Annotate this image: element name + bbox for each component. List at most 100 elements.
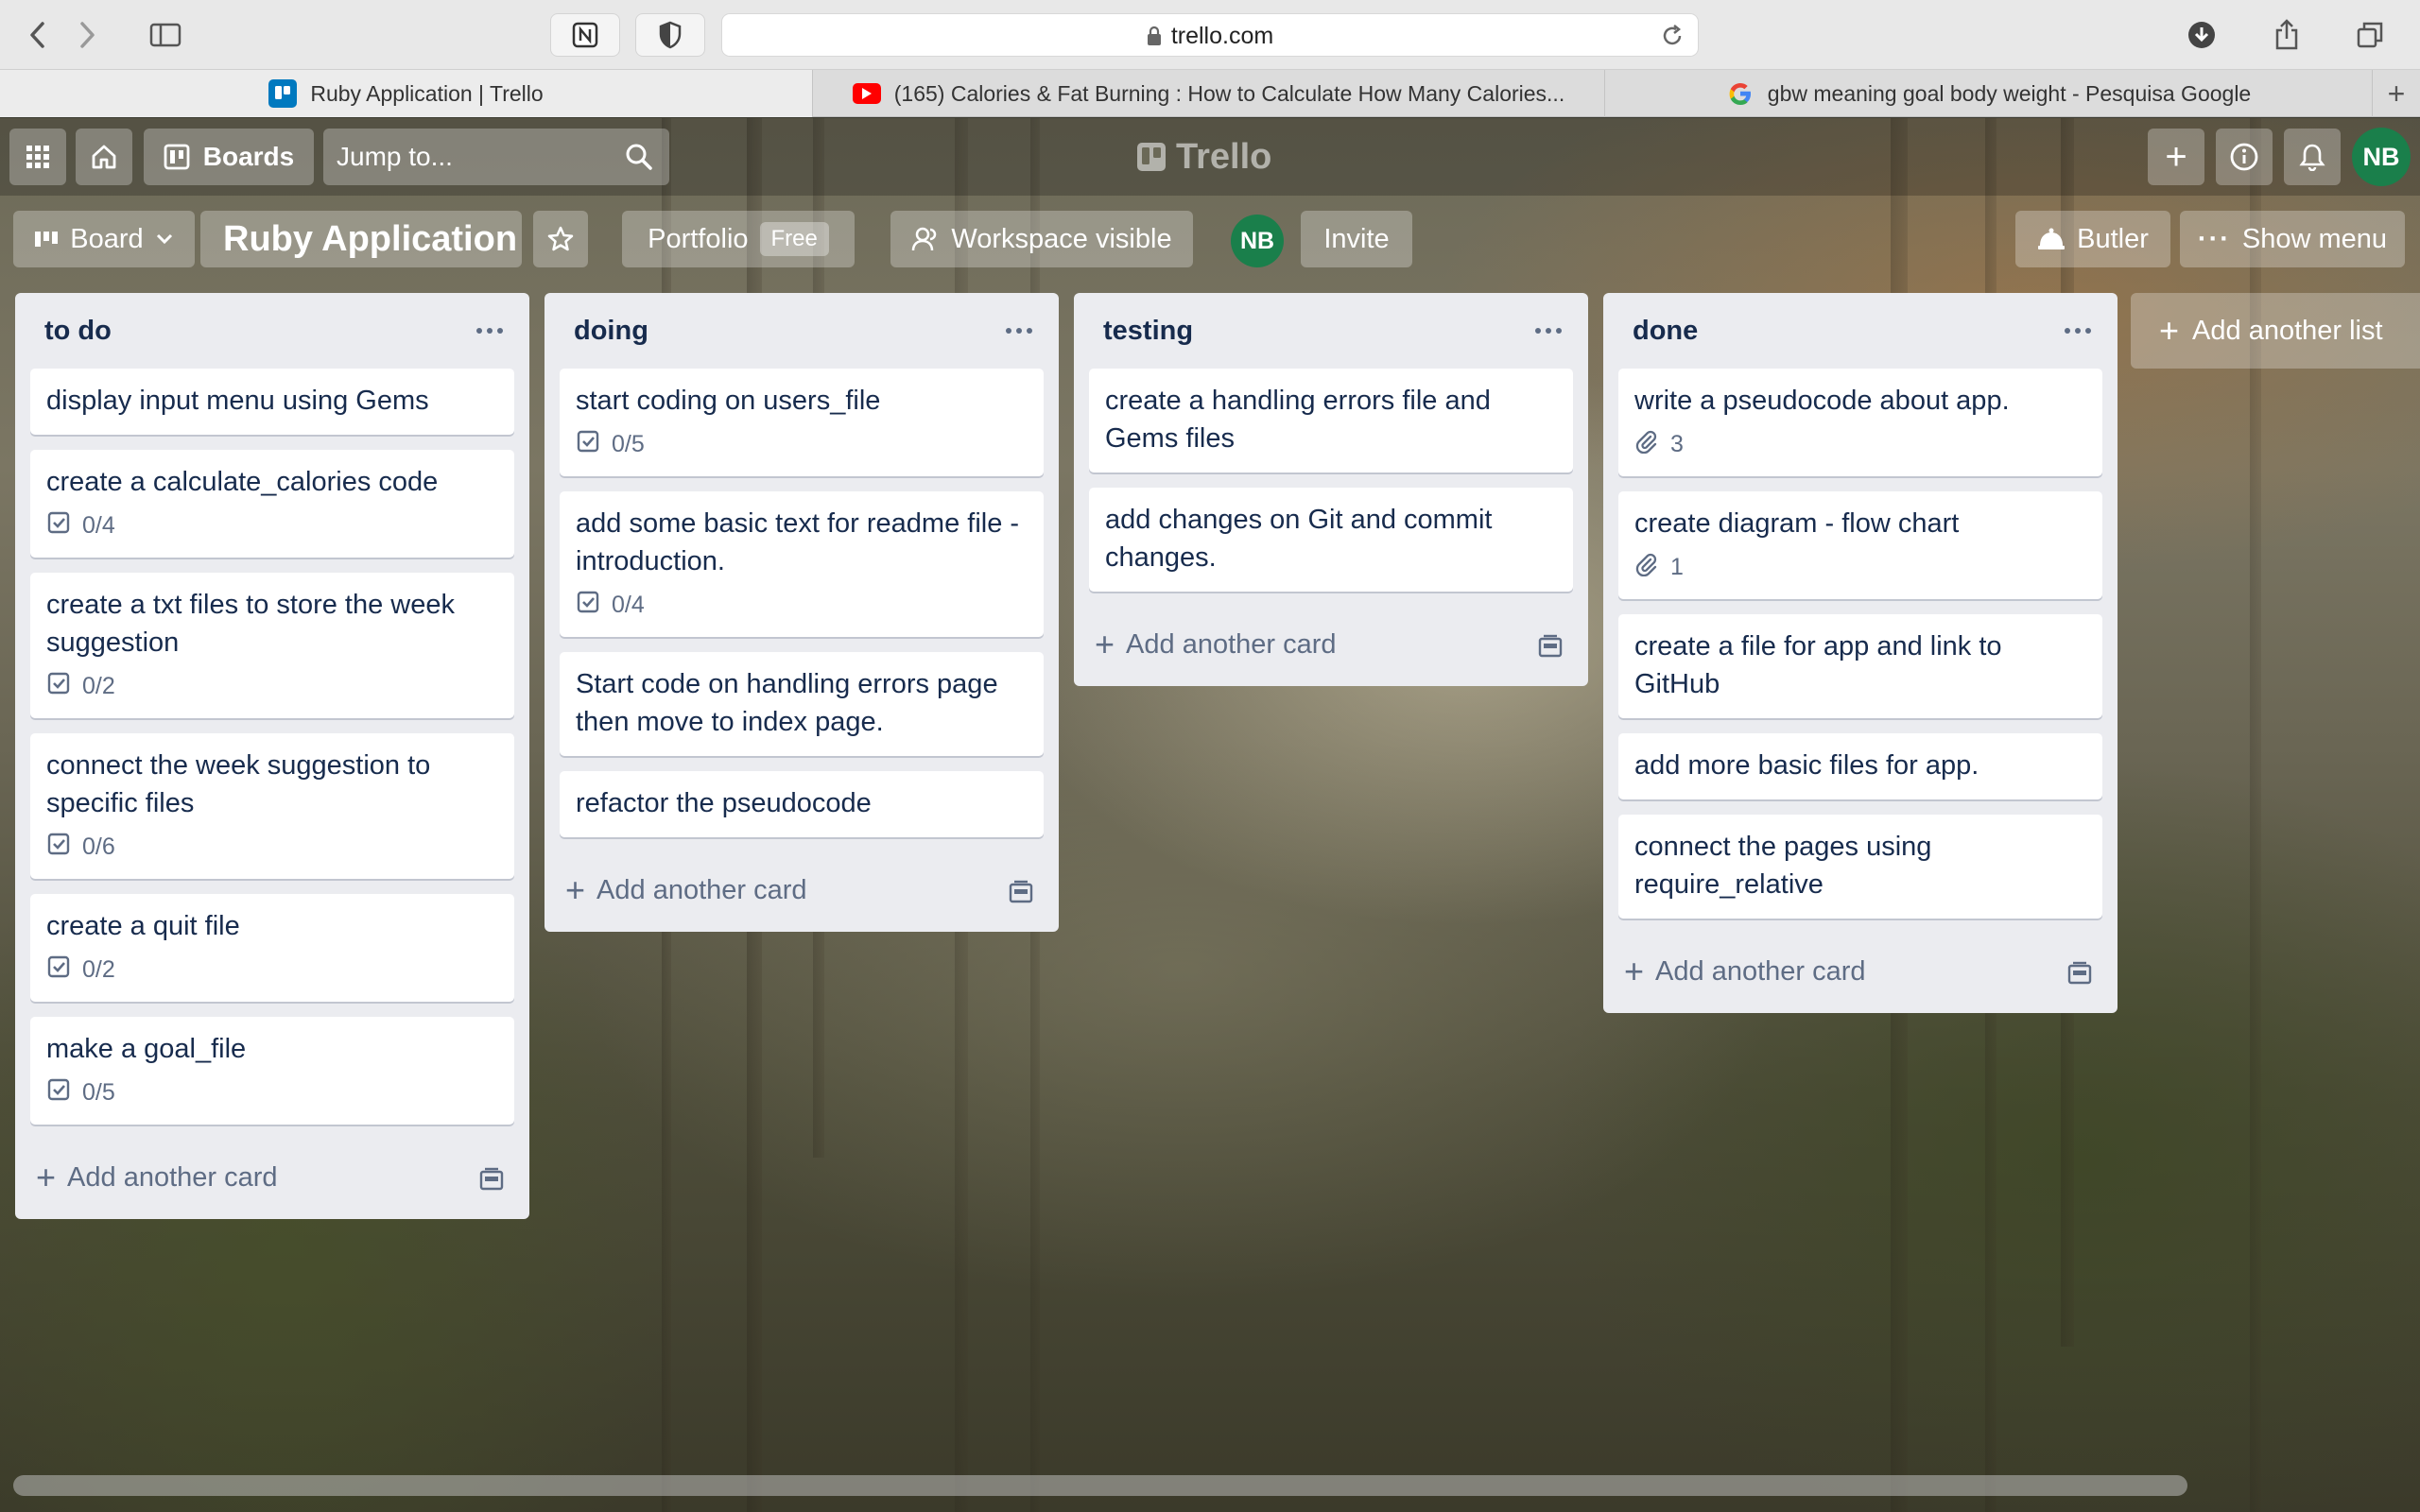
jump-placeholder: Jump to... [337,142,453,171]
card-title: add more basic files for app. [1634,750,1979,781]
new-tab-button[interactable]: + [2373,70,2420,117]
badge-count: 0/5 [612,430,645,457]
checklist-icon [46,832,71,863]
board-view-switcher[interactable]: Board [13,211,195,267]
card[interactable]: create a quit file 0/2 [30,894,514,1002]
list-menu-icon[interactable] [2059,312,2097,350]
checklist-badge: 0/6 [46,830,498,864]
attachment-icon [1634,429,1659,460]
board-header: Board Ruby Application Portfolio Free Wo… [0,196,2420,281]
card[interactable]: create a handling errors file and Gems f… [1089,369,1573,472]
forward-icon[interactable] [62,13,112,57]
card-title: create a txt files to store the week sug… [46,590,455,658]
reload-icon[interactable] [1660,24,1685,53]
people-icon [912,227,937,251]
butler-bell-icon [2038,228,2066,249]
share-icon[interactable] [2254,13,2320,57]
board-view-label: Board [70,223,144,254]
user-avatar[interactable]: NB [2352,128,2411,186]
card-template-icon[interactable] [2066,960,2093,991]
card[interactable]: start coding on users_file 0/5 [560,369,1044,476]
card-list: display input menu using Gems create a ca… [15,369,529,1125]
card[interactable]: create a calculate_calories code 0/4 [30,450,514,558]
card-title: start coding on users_file [576,386,881,416]
list-title[interactable]: testing [1103,316,1193,347]
card[interactable]: connect the week suggestion to specific … [30,733,514,879]
card-title: create a file for app and link to GitHub [1634,631,2002,699]
add-card-button[interactable]: + Add another card [1624,951,1866,992]
notion-extension-icon[interactable] [550,13,620,57]
card[interactable]: create a file for app and link to GitHub [1618,614,2102,718]
card[interactable]: Start code on handling errors page then … [560,652,1044,756]
search-icon [626,144,652,170]
list-menu-icon[interactable] [471,312,509,350]
workspace-visible-button[interactable]: Workspace visible [890,211,1193,267]
list-title[interactable]: to do [44,316,112,347]
card[interactable]: add some basic text for readme file - in… [560,491,1044,637]
user-initials: NB [2362,142,2400,171]
add-card-row: + Add another card [1603,934,2118,1013]
card[interactable]: add changes on Git and commit changes. [1089,488,1573,592]
card[interactable]: write a pseudocode about app. 3 [1618,369,2102,476]
create-plus-icon[interactable]: + [2148,129,2204,185]
trello-logo[interactable]: Trello [1136,137,1271,177]
card[interactable]: add more basic files for app. [1618,733,2102,799]
lock-icon [1147,26,1161,45]
notification-bell-icon[interactable] [2284,129,2341,185]
card-title: Start code on handling errors page then … [576,669,998,737]
add-card-button[interactable]: + Add another card [565,869,807,911]
portfolio-button[interactable]: Portfolio Free [622,211,855,267]
card-title: create a handling errors file and Gems f… [1105,386,1491,454]
address-bar[interactable]: trello.com [721,13,1699,57]
member-avatar[interactable]: NB [1231,215,1284,267]
shield-icon[interactable] [635,13,705,57]
home-icon[interactable] [76,129,132,185]
tab-google[interactable]: gbw meaning goal body weight - Pesquisa … [1605,70,2373,117]
card[interactable]: create a txt files to store the week sug… [30,573,514,718]
checklist-icon [576,590,600,621]
list: testing create a handling errors file and… [1074,293,1588,686]
butler-button[interactable]: Butler [2015,211,2170,267]
add-card-button[interactable]: + Add another card [1095,624,1337,665]
list-menu-icon[interactable] [1000,312,1038,350]
card-template-icon[interactable] [1537,633,1564,664]
back-icon[interactable] [13,13,62,57]
card-template-icon[interactable] [478,1166,505,1197]
list-title[interactable]: done [1633,316,1698,347]
checklist-badge: 0/4 [576,588,1028,622]
card[interactable]: refactor the pseudocode [560,771,1044,837]
checklist-badge: 0/2 [46,953,498,987]
checklist-icon [576,429,600,460]
checklist-badge: 0/5 [46,1075,498,1109]
card[interactable]: display input menu using Gems [30,369,514,435]
boards-button[interactable]: Boards [144,129,314,185]
badge-count: 3 [1670,430,1684,457]
add-list-button[interactable]: + Add another list [2131,293,2420,369]
sidebar-icon[interactable] [132,13,199,57]
show-menu-button[interactable]: ··· Show menu [2180,211,2405,267]
downloads-icon[interactable] [2169,13,2235,57]
jump-to-search[interactable]: Jump to... [323,129,669,185]
add-card-row: + Add another card [1074,607,1588,686]
apps-grid-icon[interactable] [9,129,66,185]
list-header: to do [15,293,529,369]
card[interactable]: create diagram - flow chart 1 [1618,491,2102,599]
list-title[interactable]: doing [574,316,648,347]
invite-button[interactable]: Invite [1301,211,1412,267]
card[interactable]: make a goal_file 0/5 [30,1017,514,1125]
list: to do display input menu using Gems create… [15,293,529,1219]
card-title: add some basic text for readme file - in… [576,508,1020,576]
board-title[interactable]: Ruby Application [200,211,522,267]
list-menu-icon[interactable] [1530,312,1567,350]
add-card-button[interactable]: + Add another card [36,1157,278,1198]
info-icon[interactable] [2216,129,2273,185]
tab-trello[interactable]: Ruby Application | Trello [0,70,813,117]
tab-youtube[interactable]: (165) Calories & Fat Burning : How to Ca… [813,70,1605,117]
youtube-icon [852,83,881,104]
card[interactable]: connect the pages using require_relative [1618,815,2102,919]
star-icon[interactable] [533,211,588,267]
tabs-overview-icon[interactable] [2337,13,2403,57]
checklist-badge: 0/4 [46,508,498,542]
horizontal-scrollbar[interactable] [13,1475,2187,1496]
card-template-icon[interactable] [1008,879,1034,910]
